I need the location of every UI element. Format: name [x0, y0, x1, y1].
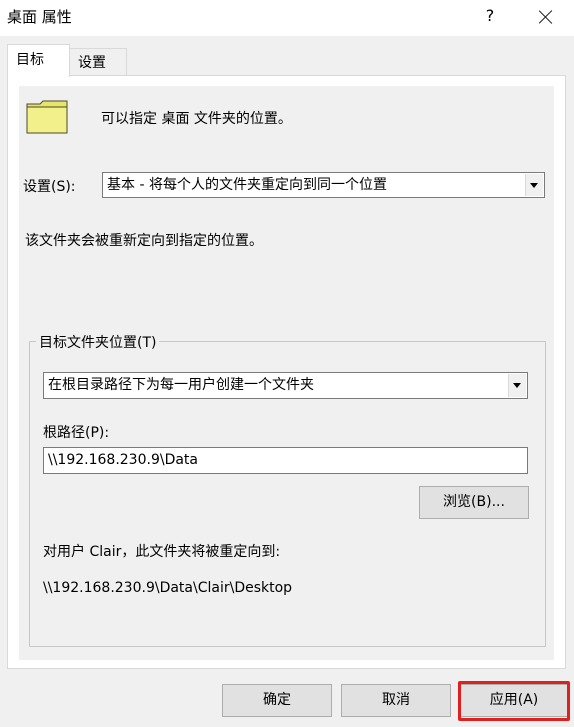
redirect-note: 该文件夹会被重新定向到指定的位置。 — [25, 233, 263, 249]
title-bar: 桌面 属性 ? — [0, 0, 574, 36]
location-dropdown-value: 在根目录路径下为每一用户创建一个文件夹 — [48, 377, 314, 393]
browse-button[interactable]: 浏览(B)... — [419, 486, 529, 519]
user-redirect-label: 对用户 Clair，此文件夹将被重定向到: — [43, 544, 281, 560]
setting-dropdown[interactable]: 基本 - 将每个人的文件夹重定向到同一个位置 — [102, 172, 545, 198]
target-location-group-label: 目标文件夹位置(T) — [36, 332, 160, 352]
cancel-button[interactable]: 取消 — [341, 684, 451, 717]
user-redirect-path: \\192.168.230.9\Data\Clair\Desktop — [43, 580, 293, 596]
help-button[interactable]: ? — [478, 3, 502, 29]
folder-description: 可以指定 桌面 文件夹的位置。 — [101, 111, 292, 127]
ok-button[interactable]: 确定 — [222, 684, 332, 717]
close-button[interactable] — [532, 3, 560, 31]
root-path-input[interactable]: \\192.168.230.9\Data — [43, 447, 528, 474]
tab-target[interactable]: 目标 — [7, 44, 70, 77]
setting-label: 设置(S): — [23, 179, 76, 195]
chevron-down-icon[interactable] — [508, 374, 526, 397]
apply-button[interactable]: 应用(A) — [460, 684, 568, 717]
setting-dropdown-value: 基本 - 将每个人的文件夹重定向到同一个位置 — [107, 177, 387, 193]
root-path-label: 根路径(P): — [43, 425, 110, 441]
chevron-down-icon[interactable] — [525, 174, 543, 196]
folder-icon — [26, 100, 68, 134]
tab-settings[interactable]: 设置 — [69, 48, 127, 76]
location-dropdown[interactable]: 在根目录路径下为每一用户创建一个文件夹 — [43, 372, 528, 399]
window-title: 桌面 属性 — [7, 8, 72, 26]
